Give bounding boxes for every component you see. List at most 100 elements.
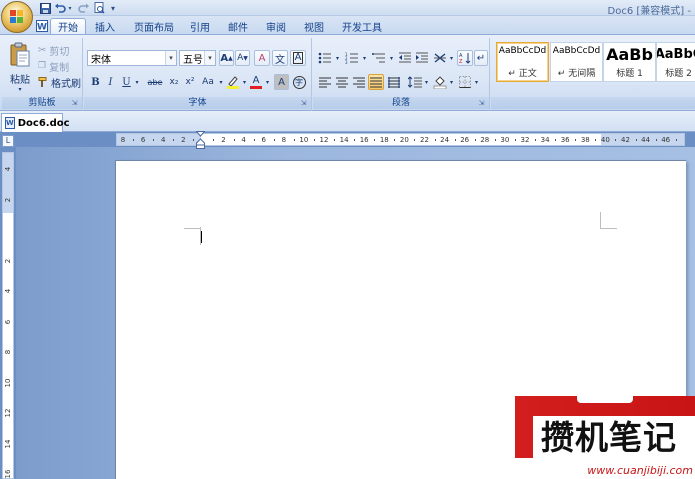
tab-selector[interactable]: L <box>2 135 14 147</box>
grow-font-icon: A <box>220 52 229 64</box>
strikethrough-button[interactable]: abe <box>145 74 165 90</box>
font-name-dropdown-icon[interactable]: ▾ <box>165 51 176 65</box>
style-card-heading-1[interactable]: AaBb 标题 1 <box>603 42 656 82</box>
show-marks-button[interactable]: ↵ <box>474 50 488 66</box>
document-tab-bar: W Doc6.doc <box>0 111 695 132</box>
multilevel-list-icon <box>372 53 385 63</box>
character-border-icon: A <box>292 52 304 64</box>
font-color-dropdown-icon[interactable]: ▾ <box>264 74 271 90</box>
bullets-button[interactable] <box>316 50 334 66</box>
superscript-button[interactable]: x² <box>183 74 197 90</box>
redo-icon[interactable] <box>77 1 91 15</box>
ruler-minor-tick <box>454 139 456 141</box>
svg-text:Z: Z <box>459 59 463 64</box>
style-card-no-spacing[interactable]: AaBbCcDd ↵ 无间隔 <box>550 42 603 82</box>
ruler-tick-label: 42 <box>621 136 630 144</box>
shading-button[interactable] <box>432 74 448 90</box>
borders-button[interactable] <box>457 74 473 90</box>
change-case-button[interactable]: Aa <box>199 74 217 90</box>
paste-button[interactable]: 粘贴 ▾ <box>5 40 35 94</box>
ruler-tick-label: 10 <box>4 378 12 387</box>
word-tab-icon[interactable]: W <box>34 18 50 34</box>
shrink-font-button[interactable]: A ▼ <box>235 50 250 66</box>
increase-indent-button[interactable] <box>414 50 430 66</box>
borders-dropdown-icon[interactable]: ▾ <box>473 74 480 90</box>
character-border-button[interactable]: A <box>290 50 306 66</box>
undo-dropdown-icon[interactable]: ▾ <box>66 1 74 15</box>
font-color-button[interactable]: A <box>249 74 263 90</box>
numbering-button[interactable]: 123 <box>343 50 361 66</box>
multilevel-list-button[interactable] <box>370 50 388 66</box>
ruler-minor-tick <box>595 139 597 141</box>
copy-button[interactable]: ❐ 复制 <box>38 58 69 74</box>
highlight-button[interactable] <box>225 74 241 90</box>
font-name-value: 宋体 <box>91 54 111 66</box>
phonetic-guide-button[interactable]: 文 <box>272 50 288 66</box>
vertical-ruler[interactable]: 4 2 2 4 6 8 10 12 14 16 <box>2 152 14 479</box>
ruler-minor-tick <box>153 139 155 141</box>
bold-button[interactable]: B <box>89 74 102 90</box>
align-right-button[interactable] <box>351 74 366 90</box>
tab-page-layout[interactable]: 页面布局 <box>127 18 181 34</box>
character-shading-button[interactable]: A <box>274 74 289 90</box>
shading-dropdown-icon[interactable]: ▾ <box>448 74 455 90</box>
change-case-dropdown-icon[interactable]: ▾ <box>217 74 225 90</box>
distributed-button[interactable] <box>386 74 401 90</box>
style-sample: AaBbCcDd <box>498 46 547 56</box>
font-name-combo[interactable]: 宋体 ▾ <box>87 50 177 66</box>
format-painter-label: 格式刷 <box>51 78 81 90</box>
ruler-tick-label: 4 <box>241 136 246 144</box>
highlight-dropdown-icon[interactable]: ▾ <box>241 74 248 90</box>
tab-review[interactable]: 审阅 <box>259 18 293 34</box>
align-center-button[interactable] <box>334 74 349 90</box>
numbering-dropdown-icon[interactable]: ▾ <box>361 50 368 66</box>
ruler-tick-label: 8 <box>4 349 12 355</box>
font-size-combo[interactable]: 五号 ▾ <box>179 50 216 66</box>
highlighter-icon <box>227 76 239 89</box>
decrease-indent-icon <box>399 52 411 63</box>
sort-button[interactable]: AZ <box>457 50 473 66</box>
multilevel-list-dropdown-icon[interactable]: ▾ <box>388 50 395 66</box>
style-card-heading-2[interactable]: AaBbC 标题 2 <box>656 42 695 82</box>
font-dialog-launcher-icon[interactable]: ⇲ <box>299 99 308 108</box>
line-spacing-button[interactable] <box>407 74 423 90</box>
chinese-layout-button[interactable] <box>432 50 448 66</box>
clear-format-button[interactable]: A <box>254 50 270 66</box>
tab-references[interactable]: 引用 <box>183 18 217 34</box>
tab-view[interactable]: 视图 <box>297 18 331 34</box>
justify-button[interactable] <box>368 74 384 90</box>
subscript-button[interactable]: x₂ <box>167 74 181 90</box>
italic-button[interactable]: I <box>104 74 117 90</box>
tab-insert[interactable]: 插入 <box>88 18 122 34</box>
cut-button[interactable]: ✂ 剪切 <box>38 42 69 58</box>
line-spacing-dropdown-icon[interactable]: ▾ <box>423 74 430 90</box>
underline-dropdown-icon[interactable]: ▾ <box>133 74 141 90</box>
clear-format-icon: A <box>258 52 266 64</box>
paragraph-dialog-launcher-icon[interactable]: ⇲ <box>477 99 486 108</box>
format-painter-button[interactable]: 格式刷 <box>38 74 81 90</box>
ruler-minor-tick <box>655 139 657 141</box>
indent-marker[interactable] <box>196 131 205 149</box>
align-left-button[interactable] <box>317 74 332 90</box>
enclose-characters-button[interactable]: 字 <box>291 74 307 90</box>
undo-icon[interactable] <box>53 1 67 15</box>
font-size-dropdown-icon[interactable]: ▾ <box>204 51 215 65</box>
tab-home[interactable]: 开始 <box>50 18 86 34</box>
document-tab[interactable]: W Doc6.doc <box>1 113 70 132</box>
style-card-normal[interactable]: AaBbCcDd ↵ 正文 <box>496 42 549 82</box>
print-preview-icon[interactable] <box>92 1 106 15</box>
chinese-layout-dropdown-icon[interactable]: ▾ <box>448 50 455 66</box>
grow-font-button[interactable]: A ▲ <box>219 50 234 66</box>
ruler-minor-tick <box>555 139 557 141</box>
tab-mailings[interactable]: 邮件 <box>221 18 255 34</box>
save-icon[interactable] <box>38 1 52 15</box>
tab-developer[interactable]: 开发工具 <box>335 18 389 34</box>
decrease-indent-button[interactable] <box>397 50 413 66</box>
clipboard-dialog-launcher-icon[interactable]: ⇲ <box>70 99 79 108</box>
bullets-dropdown-icon[interactable]: ▾ <box>334 50 341 66</box>
align-right-icon <box>352 77 365 87</box>
ruler-tick-label: 34 <box>540 136 550 144</box>
customize-qat-icon[interactable]: ▾ <box>107 1 119 15</box>
office-button[interactable] <box>1 1 33 33</box>
underline-button[interactable]: U <box>120 74 133 90</box>
